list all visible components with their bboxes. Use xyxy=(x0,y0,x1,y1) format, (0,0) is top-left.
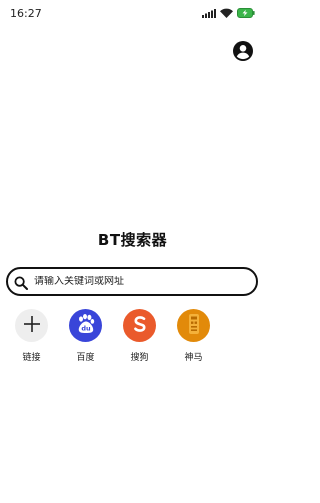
status-bar: 16:27 xyxy=(0,0,265,28)
baidu-paw-icon: du xyxy=(75,313,97,339)
search-bar[interactable] xyxy=(6,267,258,296)
shortcut-shenma[interactable]: 神马 xyxy=(177,309,210,363)
shortcut-label: 神马 xyxy=(184,353,203,363)
account-circle-icon xyxy=(232,41,254,66)
shortcut-icon-bg xyxy=(15,309,48,342)
shortcut-icon-bg xyxy=(123,309,156,342)
shortcut-sogou[interactable]: 搜狗 xyxy=(123,309,156,363)
shortcut-label: 搜狗 xyxy=(130,353,149,363)
account-button[interactable] xyxy=(232,40,254,62)
sogou-s-icon xyxy=(130,314,150,338)
wifi-icon xyxy=(220,8,233,18)
plus-icon xyxy=(23,315,41,337)
signal-icon xyxy=(202,8,216,18)
shortcut-label: 链接 xyxy=(22,353,41,363)
search-input[interactable] xyxy=(34,276,244,287)
shortcut-icon-bg xyxy=(177,309,210,342)
shortcut-icon-bg: du xyxy=(69,309,102,342)
shortcut-grid: 链接 du 百度 搜狗 神马 xyxy=(15,309,210,363)
page-title: BT搜索器 xyxy=(97,231,168,249)
status-icons xyxy=(202,8,255,18)
battery-charging-icon xyxy=(237,8,255,18)
shortcut-baidu[interactable]: du 百度 xyxy=(69,309,102,363)
svg-text:du: du xyxy=(81,324,91,332)
status-time: 16:27 xyxy=(10,7,42,20)
shortcut-label: 百度 xyxy=(76,353,95,363)
shortcut-link[interactable]: 链接 xyxy=(15,309,48,363)
shenma-icon xyxy=(186,313,202,339)
search-icon xyxy=(14,275,28,290)
